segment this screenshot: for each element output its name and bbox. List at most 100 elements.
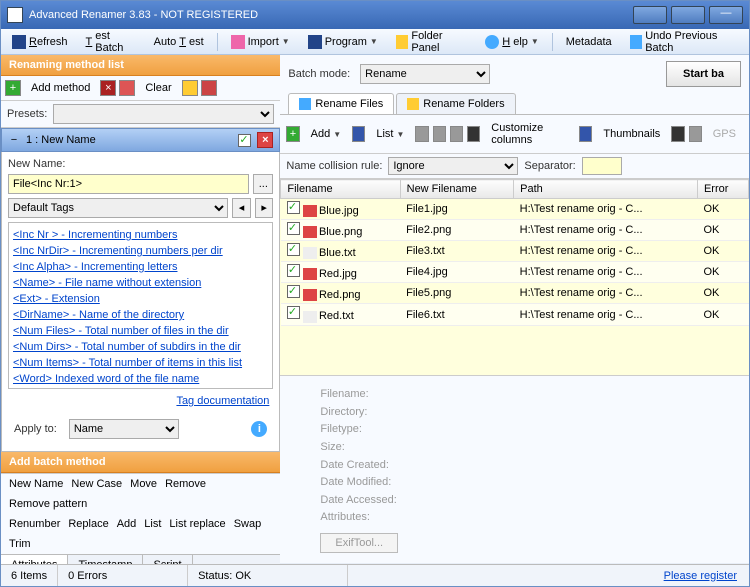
row-checkbox[interactable] (287, 201, 300, 214)
method-swap[interactable]: Swap (234, 518, 262, 530)
method-list[interactable]: List (144, 518, 161, 530)
tag-link[interactable]: <Num Dirs> - Total number of subdirs in … (13, 339, 268, 355)
tag-link[interactable]: <Word> Indexed word of the file name (13, 371, 268, 387)
tb-sq4[interactable] (671, 126, 684, 142)
list-button[interactable]: List ▼ (369, 125, 411, 143)
info-icon[interactable]: i (251, 421, 267, 437)
folder-panel-button[interactable]: Folder Panel (389, 27, 474, 57)
table-row[interactable]: Red.pngFile5.pngH:\Test rename orig - C.… (281, 283, 749, 304)
separator-label: Separator: (524, 160, 575, 172)
tag-link[interactable]: <Num Items> - Total number of items in t… (13, 355, 268, 371)
collapse-icon[interactable]: − (8, 134, 20, 146)
method-trim[interactable]: Trim (9, 538, 31, 550)
method-remove[interactable]: Remove (165, 478, 206, 490)
tag-doc-link[interactable]: Tag documentation (176, 395, 269, 407)
refresh-button[interactable]: Refresh (5, 32, 75, 52)
row-checkbox[interactable] (287, 264, 300, 277)
next-tag-button[interactable]: ▸ (255, 198, 274, 218)
right-panel: Batch mode: Rename Start ba Rename Files… (280, 55, 749, 563)
detail-field: Size: (320, 439, 709, 457)
tb-sq3[interactable] (450, 126, 463, 142)
col-header[interactable]: Error (697, 180, 748, 199)
tb-sq5[interactable] (689, 126, 702, 142)
tag-link[interactable]: <Name> - File name without extension (13, 275, 268, 291)
presets-select[interactable] (53, 104, 274, 124)
batch-mode-select[interactable]: Rename (360, 64, 490, 84)
method-remove-pattern[interactable]: Remove pattern (9, 498, 87, 510)
add-button[interactable]: Add ▼ (304, 125, 349, 143)
left-panel: Renaming method list + Add method × Clea… (1, 55, 280, 563)
detail-field: Filetype: (320, 421, 709, 439)
remove-icon[interactable]: × (100, 80, 116, 96)
col-header[interactable]: New Filename (400, 180, 514, 199)
add-plus-icon: + (286, 126, 299, 142)
tag-list[interactable]: <Inc Nr > - Incrementing numbers<Inc NrD… (8, 222, 273, 389)
customize-columns-button[interactable]: Customize columns (484, 119, 575, 149)
program-icon (308, 35, 322, 49)
row-checkbox[interactable] (287, 243, 300, 256)
exiftool-button[interactable]: ExifTool... (320, 533, 398, 553)
table-row[interactable]: Red.txtFile6.txtH:\Test rename orig - C.… (281, 304, 749, 325)
tag-link[interactable]: <Ext> - Extension (13, 291, 268, 307)
tag-link[interactable]: <Inc Nr > - Incrementing numbers (13, 227, 268, 243)
separator-input[interactable] (582, 157, 622, 175)
undo-button[interactable]: Undo Previous Batch (623, 27, 745, 57)
renaming-methods-header: Renaming method list (1, 55, 280, 76)
collision-select[interactable]: Ignore (388, 157, 518, 175)
tb-sq2[interactable] (433, 126, 446, 142)
method-new-case[interactable]: New Case (71, 478, 122, 490)
import-button[interactable]: Import ▼ (224, 32, 297, 52)
list-icon (352, 126, 365, 142)
file-grid[interactable]: FilenameNew FilenamePathError Blue.jpgFi… (280, 179, 749, 326)
table-row[interactable]: Blue.jpgFile1.jpgH:\Test rename orig - C… (281, 199, 749, 220)
browse-button[interactable]: ... (253, 174, 273, 194)
register-link[interactable]: Please register (664, 570, 737, 582)
method-renumber[interactable]: Renumber (9, 518, 60, 530)
thumbnails-button[interactable]: Thumbnails (596, 125, 667, 143)
start-batch-button[interactable]: Start ba (666, 61, 741, 87)
method-add[interactable]: Add (117, 518, 137, 530)
presets-label: Presets: (7, 108, 47, 120)
minimize-button[interactable]: — (709, 6, 743, 24)
method-replace[interactable]: Replace (68, 518, 108, 530)
prev-tag-button[interactable]: ◂ (232, 198, 251, 218)
program-button[interactable]: Program ▼ (301, 32, 385, 52)
test-batch-button[interactable]: Test Batch (79, 27, 143, 57)
rename-files-tab[interactable]: Rename Files (288, 93, 394, 114)
help-button[interactable]: Help ▼ (478, 32, 546, 52)
table-row[interactable]: Blue.pngFile2.pngH:\Test rename orig - C… (281, 220, 749, 241)
add-method-button[interactable]: Add method (24, 79, 97, 97)
auto-test-button[interactable]: Auto Test (147, 33, 211, 51)
table-row[interactable]: Red.jpgFile4.jpgH:\Test rename orig - C.… (281, 262, 749, 283)
file-type-icon (303, 268, 317, 280)
save-icon[interactable] (201, 80, 217, 96)
window-btn-2[interactable] (671, 6, 705, 24)
rename-folders-tab[interactable]: Rename Folders (396, 93, 515, 114)
method-move[interactable]: Move (130, 478, 157, 490)
method-new-name[interactable]: New Name (9, 478, 63, 490)
col-header[interactable]: Path (514, 180, 698, 199)
tag-link[interactable]: <DirName> - Name of the directory (13, 307, 268, 323)
row-checkbox[interactable] (287, 285, 300, 298)
gps-button[interactable]: GPS (706, 125, 743, 143)
tb-sq1[interactable] (415, 126, 428, 142)
method-close-button[interactable]: × (257, 132, 273, 148)
window-btn-1[interactable] (633, 6, 667, 24)
tag-link[interactable]: <Inc Alpha> - Incrementing letters (13, 259, 268, 275)
tag-link[interactable]: <Inc NrDir> - Incrementing numbers per d… (13, 243, 268, 259)
tag-link[interactable]: <Num Files> - Total number of files in t… (13, 323, 268, 339)
clear-button[interactable]: Clear (138, 79, 178, 97)
metadata-button[interactable]: Metadata (559, 33, 619, 51)
method-list-replace[interactable]: List replace (169, 518, 225, 530)
new-name-input[interactable] (8, 174, 249, 194)
refresh-icon (12, 35, 26, 49)
row-checkbox[interactable] (287, 306, 300, 319)
method-enabled-checkbox[interactable] (238, 134, 251, 147)
apply-to-select[interactable]: Name (69, 419, 179, 439)
method-header[interactable]: − 1 : New Name × (1, 128, 280, 152)
row-checkbox[interactable] (287, 222, 300, 235)
table-row[interactable]: Blue.txtFile3.txtH:\Test rename orig - C… (281, 241, 749, 262)
open-icon[interactable] (182, 80, 198, 96)
col-header[interactable]: Filename (281, 180, 400, 199)
tags-select[interactable]: Default Tags (8, 198, 228, 218)
